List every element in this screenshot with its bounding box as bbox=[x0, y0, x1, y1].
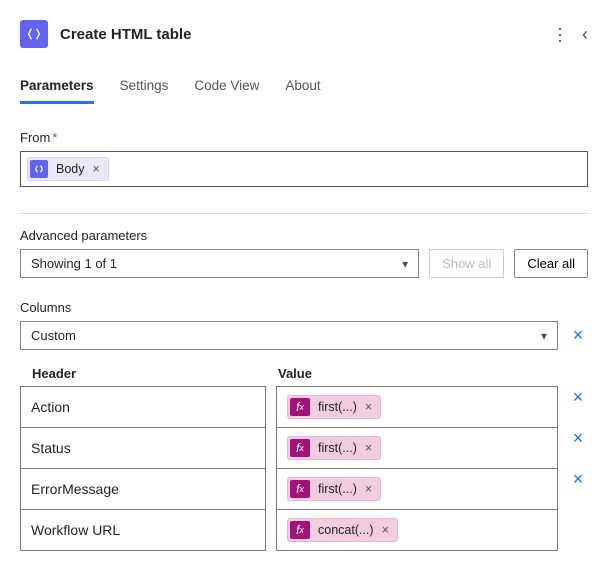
column-header-input[interactable]: Action bbox=[20, 386, 266, 428]
column-row: Status fx first(...) × × bbox=[20, 428, 588, 469]
clear-all-button[interactable]: Clear all bbox=[514, 249, 588, 278]
advanced-select[interactable]: Showing 1 of 1 ▾ bbox=[20, 249, 419, 278]
expression-text: first(...) bbox=[318, 482, 357, 496]
tab-parameters[interactable]: Parameters bbox=[20, 78, 94, 104]
remove-columns-icon[interactable]: × bbox=[568, 325, 588, 346]
remove-expression-icon[interactable]: × bbox=[365, 441, 372, 455]
expression-token[interactable]: fx concat(...) × bbox=[287, 518, 398, 542]
column-row: ErrorMessage fx first(...) × × bbox=[20, 469, 588, 510]
remove-expression-icon[interactable]: × bbox=[382, 523, 389, 537]
columns-mode-select[interactable]: Custom ▾ bbox=[20, 321, 558, 350]
expression-text: concat(...) bbox=[318, 523, 374, 537]
fx-icon: fx bbox=[290, 439, 310, 457]
tab-about[interactable]: About bbox=[285, 78, 320, 104]
remove-row-icon[interactable]: × bbox=[568, 428, 588, 469]
from-input[interactable]: Body × bbox=[20, 151, 588, 187]
required-asterisk: * bbox=[52, 130, 57, 145]
column-value-input[interactable]: fx first(...) × bbox=[276, 386, 558, 428]
chevron-down-icon: ▾ bbox=[541, 329, 547, 343]
remove-token-icon[interactable]: × bbox=[93, 162, 100, 176]
advanced-label: Advanced parameters bbox=[20, 228, 588, 243]
column-value-input[interactable]: fx first(...) × bbox=[276, 468, 558, 510]
remove-row-icon[interactable]: × bbox=[568, 387, 588, 428]
tab-codeview[interactable]: Code View bbox=[194, 78, 259, 104]
divider bbox=[20, 213, 588, 214]
column-header-input[interactable]: Workflow URL bbox=[20, 509, 266, 551]
from-label-text: From bbox=[20, 130, 50, 145]
columns-grid: Actionfxfirst(...)××Statusfxfirst(...)××… bbox=[20, 387, 588, 551]
tabs: Parameters Settings Code View About bbox=[20, 78, 588, 104]
fx-icon: fx bbox=[290, 521, 310, 539]
chevron-down-icon: ▾ bbox=[402, 257, 408, 271]
expression-token[interactable]: fx first(...) × bbox=[287, 477, 381, 501]
advanced-select-text: Showing 1 of 1 bbox=[31, 256, 117, 271]
from-token-label: Body bbox=[56, 162, 85, 176]
body-token-icon bbox=[30, 160, 48, 178]
column-value-input[interactable]: fx first(...) × bbox=[276, 427, 558, 469]
column-header-input[interactable]: ErrorMessage bbox=[20, 468, 266, 510]
remove-row-icon[interactable]: × bbox=[568, 469, 588, 510]
expression-token[interactable]: fx first(...) × bbox=[287, 436, 381, 460]
fx-icon: fx bbox=[290, 398, 310, 416]
columns-mode-value: Custom bbox=[31, 328, 76, 343]
from-token[interactable]: Body × bbox=[27, 157, 109, 181]
columns-label: Columns bbox=[20, 300, 588, 315]
page-title: Create HTML table bbox=[60, 26, 539, 43]
column-header-input[interactable]: Status bbox=[20, 427, 266, 469]
collapse-icon[interactable]: ‹ bbox=[582, 24, 588, 45]
expression-text: first(...) bbox=[318, 400, 357, 414]
operation-icon bbox=[20, 20, 48, 48]
show-all-button[interactable]: Show all bbox=[429, 249, 504, 278]
fx-icon: fx bbox=[290, 480, 310, 498]
column-value-input[interactable]: fx concat(...) × bbox=[276, 509, 558, 551]
tab-settings[interactable]: Settings bbox=[120, 78, 169, 104]
column-row: Action fx first(...) × × bbox=[20, 387, 588, 428]
column-row: Workflow URL fx concat(...) ×× bbox=[20, 510, 588, 551]
columns-header-header: Header bbox=[32, 366, 278, 381]
from-label: From* bbox=[20, 130, 588, 145]
expression-text: first(...) bbox=[318, 441, 357, 455]
columns-header-row: Header Value bbox=[20, 360, 588, 387]
more-icon[interactable]: ⋯ bbox=[549, 26, 570, 43]
remove-expression-icon[interactable]: × bbox=[365, 482, 372, 496]
remove-expression-icon[interactable]: × bbox=[365, 400, 372, 414]
columns-header-value: Value bbox=[278, 366, 576, 381]
expression-token[interactable]: fx first(...) × bbox=[287, 395, 381, 419]
